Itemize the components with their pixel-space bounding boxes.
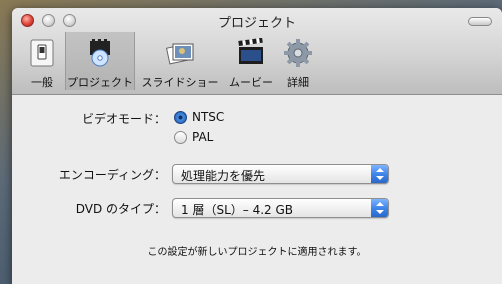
- encoding-popup[interactable]: 処理能力を優先: [172, 164, 389, 184]
- toolbar-label-general: 一般: [31, 76, 53, 89]
- pal-radio[interactable]: [174, 131, 187, 144]
- pal-radio-label[interactable]: PAL: [192, 130, 213, 144]
- toolbar-label-slideshow: スライドショー: [141, 76, 219, 89]
- toolbar-label-movie: ムービー: [229, 76, 273, 89]
- encoding-value: 処理能力を優先: [181, 169, 266, 183]
- ntsc-radio[interactable]: [174, 111, 187, 124]
- toolbar-label-advanced: 詳細: [287, 76, 309, 89]
- encoding-label: エンコーディング：: [58, 168, 166, 182]
- preferences-window: プロジェクト 一般 プロジェクト スライドショー ムービー 詳細 ビデオモード：…: [12, 8, 502, 284]
- settings-note: この設定が新しいプロジェクトに適用されます。: [147, 247, 367, 258]
- ntsc-radio-label[interactable]: NTSC: [192, 110, 224, 124]
- toolbar-toggle-button[interactable]: [468, 17, 492, 26]
- clapperboard-icon: [238, 38, 263, 64]
- popup-arrows-icon: [371, 199, 388, 217]
- toolbar-label-project: プロジェクト: [67, 76, 133, 89]
- toolbar-item-movie[interactable]: ムービー: [224, 32, 278, 90]
- toolbar-item-slideshow[interactable]: スライドショー: [138, 32, 222, 90]
- video-mode-label: ビデオモード：: [81, 112, 166, 126]
- dvd-type-popup[interactable]: 1 層（SL）– 4.2 GB: [172, 198, 389, 218]
- toolbar-item-general[interactable]: 一般: [20, 32, 64, 90]
- project-icon: [90, 39, 110, 67]
- window-title: プロジェクト: [217, 16, 296, 31]
- dvd-type-label: DVD のタイプ：: [75, 202, 166, 216]
- slideshow-icon: [165, 43, 194, 65]
- gear-icon: [284, 39, 312, 67]
- switch-icon: [30, 39, 54, 67]
- dvd-type-value: 1 層（SL）– 4.2 GB: [181, 203, 293, 217]
- toolbar-item-project[interactable]: プロジェクト: [65, 32, 135, 90]
- project-settings-panel: ビデオモード： NTSC PAL エンコーディング： 処理能力を優先 DVD の…: [12, 95, 502, 284]
- toolbar-item-advanced[interactable]: 詳細: [278, 32, 318, 90]
- title-bar: プロジェクト 一般 プロジェクト スライドショー ムービー 詳細: [12, 8, 502, 95]
- popup-arrows-icon: [371, 165, 388, 183]
